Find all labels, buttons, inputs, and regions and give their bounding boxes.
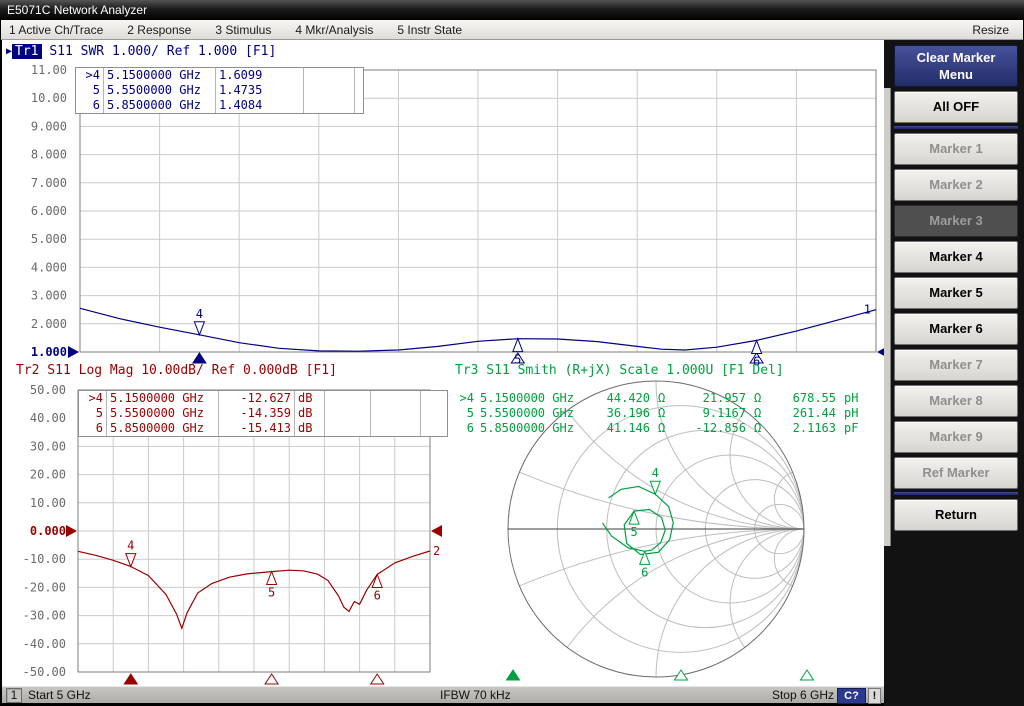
marker-value: -14.359: [219, 406, 295, 421]
marker-resistance: 36.196: [583, 406, 653, 421]
softkey-menu-title: Clear Marker Menu: [894, 45, 1018, 87]
ohm-unit: Ω: [653, 421, 671, 436]
softkey-marker-6[interactable]: Marker 6: [894, 313, 1018, 345]
softkey-all-off[interactable]: All OFF: [894, 91, 1018, 123]
marker-value: -15.413: [219, 421, 295, 436]
table-row: 65.8500000 GHz1.4084: [76, 98, 363, 113]
marker-reactance: 9.1167: [671, 406, 749, 421]
marker-number: 6: [455, 421, 477, 436]
marker-value: -12.627: [219, 391, 295, 406]
marker-unit: dB: [295, 391, 325, 406]
trace3-header: Tr3 S11 Smith (R+jX) Scale 1.000U [F1 De…: [455, 363, 784, 378]
marker-value: 1.4084: [216, 98, 304, 113]
marker-resistance: 41.146: [583, 421, 653, 436]
table-row: 55.5500000 GHz1.4735: [76, 83, 363, 98]
softkey-scrollbar[interactable]: [884, 88, 891, 546]
ohm-unit: Ω: [653, 406, 671, 421]
table-row: 55.5500000 GHz36.196Ω9.1167Ω261.44pH: [455, 406, 863, 421]
marker-resistance: 44.420: [583, 391, 653, 406]
menu-mkr-analysis[interactable]: 4 Mkr/Analysis: [295, 23, 373, 37]
cal-status-badge: C?: [837, 688, 866, 704]
softkey-marker-8[interactable]: Marker 8: [894, 385, 1018, 417]
trace3-marker-table: >45.1500000 GHz44.420Ω21.957Ω678.55pH 55…: [455, 391, 863, 436]
softkey-marker-1[interactable]: Marker 1: [894, 133, 1018, 165]
marker-frequency: 5.8500000 GHz: [477, 421, 583, 436]
menu-active-ch-trace[interactable]: 1 Active Ch/Trace: [9, 23, 103, 37]
marker-number: >4: [76, 68, 104, 83]
lc-unit: pH: [839, 406, 863, 421]
trace1-header: ▶Tr1 S11 SWR 1.000/ Ref 1.000 [F1]: [6, 44, 276, 59]
marker-frequency: 5.1500000 GHz: [104, 68, 216, 83]
marker-number: 5: [455, 406, 477, 421]
menu-bar: 1 Active Ch/Trace 2 Response 3 Stimulus …: [1, 20, 1023, 40]
softkey-return[interactable]: Return: [894, 499, 1018, 531]
alert-badge: !: [868, 688, 881, 704]
table-row: >45.1500000 GHz44.420Ω21.957Ω678.55pH: [455, 391, 863, 406]
marker-frequency: 5.1500000 GHz: [107, 391, 219, 406]
marker-lc-value: 261.44: [767, 406, 839, 421]
table-row: >45.1500000 GHz1.6099: [76, 68, 363, 83]
ohm-unit: Ω: [749, 406, 767, 421]
table-row: 55.5500000 GHz-14.359dB: [79, 406, 447, 421]
marker-number: 5: [76, 83, 104, 98]
stop-frequency: Stop 6 GHz: [772, 688, 834, 703]
softkey-marker-3[interactable]: Marker 3: [894, 205, 1018, 237]
start-frequency: Start 5 GHz: [28, 688, 91, 703]
marker-value: 1.6099: [216, 68, 304, 83]
marker-frequency: 5.5500000 GHz: [107, 406, 219, 421]
marker-unit: dB: [295, 421, 325, 436]
table-row: 65.8500000 GHz-15.413dB: [79, 421, 447, 436]
marker-lc-value: 2.1163: [767, 421, 839, 436]
window-title: E5071C Network Analyzer: [7, 3, 147, 17]
trace1-badge: Tr1: [12, 44, 41, 59]
marker-number: >4: [79, 391, 107, 406]
softkey-marker-5[interactable]: Marker 5: [894, 277, 1018, 309]
marker-number: 6: [76, 98, 104, 113]
softkey-sidebar: Clear Marker Menu All OFF Marker 1 Marke…: [884, 40, 1024, 706]
table-row: >45.1500000 GHz-12.627dB: [79, 391, 447, 406]
softkey-ref-marker[interactable]: Ref Marker: [894, 457, 1018, 489]
menu-instr-state[interactable]: 5 Instr State: [397, 23, 462, 37]
ohm-unit: Ω: [653, 391, 671, 406]
trace2-marker-table: >45.1500000 GHz-12.627dB 55.5500000 GHz-…: [78, 390, 448, 437]
trace1-marker-table: >45.1500000 GHz1.6099 55.5500000 GHz1.47…: [75, 67, 364, 114]
status-bar: 1 Start 5 GHz IFBW 70 kHz Stop 6 GHz C? …: [2, 686, 884, 703]
marker-frequency: 5.1500000 GHz: [477, 391, 583, 406]
softkey-marker-2[interactable]: Marker 2: [894, 169, 1018, 201]
softkey-marker-7[interactable]: Marker 7: [894, 349, 1018, 381]
marker-number: >4: [455, 391, 477, 406]
marker-value: 1.4735: [216, 83, 304, 98]
marker-lc-value: 678.55: [767, 391, 839, 406]
channel-indicator: 1: [6, 688, 22, 703]
marker-unit: dB: [295, 406, 325, 421]
ifbw-readout: IFBW 70 kHz: [440, 688, 511, 703]
marker-number: 5: [79, 406, 107, 421]
menu-response[interactable]: 2 Response: [127, 23, 191, 37]
lc-unit: pH: [839, 391, 863, 406]
table-row: 65.8500000 GHz41.146Ω-12.856Ω2.1163pF: [455, 421, 863, 436]
menu-stimulus[interactable]: 3 Stimulus: [215, 23, 271, 37]
ohm-unit: Ω: [749, 391, 767, 406]
ohm-unit: Ω: [749, 421, 767, 436]
menu-resize[interactable]: Resize: [972, 23, 1009, 37]
lc-unit: pF: [839, 421, 863, 436]
trace1-title: S11 SWR 1.000/ Ref 1.000 [F1]: [49, 44, 276, 59]
trace2-header: Tr2 S11 Log Mag 10.00dB/ Ref 0.000dB [F1…: [16, 363, 337, 378]
marker-frequency: 5.8500000 GHz: [107, 421, 219, 436]
marker-frequency: 5.5500000 GHz: [477, 406, 583, 421]
softkey-separator: [894, 492, 1018, 495]
marker-frequency: 5.5500000 GHz: [104, 83, 216, 98]
window-title-bar: E5071C Network Analyzer: [0, 0, 1024, 20]
marker-frequency: 5.8500000 GHz: [104, 98, 216, 113]
marker-number: 6: [79, 421, 107, 436]
marker-reactance: -12.856: [671, 421, 749, 436]
softkey-separator: [894, 126, 1018, 129]
softkey-marker-9[interactable]: Marker 9: [894, 421, 1018, 453]
softkey-marker-4[interactable]: Marker 4: [894, 241, 1018, 273]
marker-reactance: 21.957: [671, 391, 749, 406]
